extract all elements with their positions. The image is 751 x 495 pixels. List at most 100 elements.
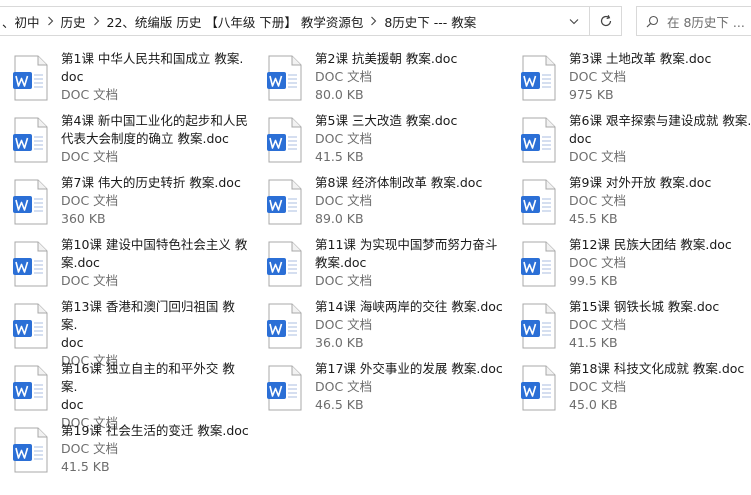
file-size: 41.5 KB bbox=[569, 335, 618, 350]
file-size: 41.5 KB bbox=[61, 459, 110, 474]
word-document-icon bbox=[520, 117, 558, 163]
file-item[interactable]: 第15课 钢铁长城 教案.doc DOC 文档 41.5 KB bbox=[508, 298, 751, 360]
file-item[interactable]: 第17课 外交事业的发展 教案.doc DOC 文档 46.5 KB bbox=[254, 360, 504, 422]
file-details: 第3课 土地改革 教案.doc DOC 文档 975 KB bbox=[569, 50, 751, 104]
file-size: 45.5 KB bbox=[569, 211, 618, 226]
file-name: 第10课 建设中国特色社会主义 教 bbox=[61, 237, 248, 252]
file-name: 第7课 伟大的历史转折 教案.doc bbox=[61, 175, 241, 190]
refresh-button[interactable] bbox=[590, 6, 622, 36]
file-details: 第19课 社会生活的变迁 教案.doc DOC 文档 41.5 KB bbox=[61, 422, 251, 476]
word-document-icon bbox=[266, 117, 304, 163]
file-size: 36.0 KB bbox=[315, 335, 364, 350]
word-document-icon bbox=[12, 303, 50, 349]
file-name: 第3课 土地改革 教案.doc bbox=[569, 51, 712, 66]
word-document-icon bbox=[12, 241, 50, 287]
file-type: DOC 文档 bbox=[315, 317, 373, 332]
chevron-down-icon bbox=[569, 18, 578, 24]
file-name: 第13课 香港和澳门回归祖国 教案. bbox=[61, 299, 235, 332]
file-name: doc bbox=[61, 335, 84, 350]
breadcrumb-item[interactable]: 8历史下 --- 教案 bbox=[382, 12, 478, 31]
word-document-icon bbox=[520, 365, 558, 411]
search-placeholder: 在 8历史下 ... bbox=[667, 14, 745, 30]
word-document-icon bbox=[520, 303, 558, 349]
file-item[interactable]: 第14课 海峡两岸的交往 教案.doc DOC 文档 36.0 KB bbox=[254, 298, 504, 360]
file-name: 第11课 为实现中国梦而努力奋斗 bbox=[315, 237, 498, 252]
file-details: 第9课 对外开放 教案.doc DOC 文档 45.5 KB bbox=[569, 174, 751, 228]
file-details: 第2课 抗美援朝 教案.doc DOC 文档 80.0 KB bbox=[315, 50, 505, 104]
file-type: DOC 文档 bbox=[569, 317, 627, 332]
file-details: 第12课 民族大团结 教案.doc DOC 文档 99.5 KB bbox=[569, 236, 751, 290]
file-details: 第18课 科技文化成就 教案.doc DOC 文档 45.0 KB bbox=[569, 360, 751, 414]
file-item[interactable]: 第11课 为实现中国梦而努力奋斗 教案.doc DOC 文档 bbox=[254, 236, 504, 298]
search-icon bbox=[637, 15, 667, 28]
chevron-right-icon[interactable] bbox=[365, 16, 382, 26]
chevron-right-icon[interactable] bbox=[42, 16, 59, 26]
file-name: 第16课 独立自主的和平外交 教案. bbox=[61, 361, 235, 394]
word-document-icon bbox=[266, 241, 304, 287]
file-item[interactable]: 第5课 三大改造 教案.doc DOC 文档 41.5 KB bbox=[254, 112, 504, 174]
file-name: 代表大会制度的确立 教案.doc bbox=[61, 131, 229, 146]
file-type: DOC 文档 bbox=[315, 273, 373, 288]
file-name: 第12课 民族大团结 教案.doc bbox=[569, 237, 732, 252]
file-type: DOC 文档 bbox=[315, 131, 373, 146]
word-document-icon bbox=[520, 241, 558, 287]
file-details: 第15课 钢铁长城 教案.doc DOC 文档 41.5 KB bbox=[569, 298, 751, 352]
refresh-icon bbox=[600, 14, 611, 27]
file-name: 第15课 钢铁长城 教案.doc bbox=[569, 299, 720, 314]
file-name: 第19课 社会生活的变迁 教案.doc bbox=[61, 423, 249, 438]
file-details: 第6课 艰辛探索与建设成就 教案. doc DOC 文档 bbox=[569, 112, 751, 166]
file-item[interactable]: 第8课 经济体制改革 教案.doc DOC 文档 89.0 KB bbox=[254, 174, 504, 236]
breadcrumb-item[interactable]: 历史 bbox=[59, 12, 88, 31]
file-name: 第5课 三大改造 教案.doc bbox=[315, 113, 458, 128]
breadcrumb-item[interactable]: 、初中 bbox=[0, 12, 42, 31]
file-item[interactable]: 第3课 土地改革 教案.doc DOC 文档 975 KB bbox=[508, 50, 751, 112]
file-name: doc bbox=[61, 69, 84, 84]
file-item[interactable]: 第12课 民族大团结 教案.doc DOC 文档 99.5 KB bbox=[508, 236, 751, 298]
search-box[interactable]: 在 8历史下 ... bbox=[636, 6, 751, 36]
address-history-dropdown[interactable] bbox=[558, 6, 590, 36]
file-size: 975 KB bbox=[569, 87, 614, 102]
word-document-icon bbox=[266, 303, 304, 349]
file-details: 第4课 新中国工业化的起步和人民 代表大会制度的确立 教案.doc DOC 文档 bbox=[61, 112, 251, 166]
file-item[interactable]: 第19课 社会生活的变迁 教案.doc DOC 文档 41.5 KB bbox=[0, 422, 250, 484]
file-size: 89.0 KB bbox=[315, 211, 364, 226]
file-type: DOC 文档 bbox=[315, 193, 373, 208]
file-name: 第4课 新中国工业化的起步和人民 bbox=[61, 113, 248, 128]
file-type: DOC 文档 bbox=[61, 193, 119, 208]
file-details: 第17课 外交事业的发展 教案.doc DOC 文档 46.5 KB bbox=[315, 360, 505, 414]
file-type: DOC 文档 bbox=[61, 149, 119, 164]
word-document-icon bbox=[12, 179, 50, 225]
file-item[interactable]: 第18课 科技文化成就 教案.doc DOC 文档 45.0 KB bbox=[508, 360, 751, 422]
file-details: 第8课 经济体制改革 教案.doc DOC 文档 89.0 KB bbox=[315, 174, 505, 228]
file-name: 第14课 海峡两岸的交往 教案.doc bbox=[315, 299, 503, 314]
file-size: 80.0 KB bbox=[315, 87, 364, 102]
file-type: DOC 文档 bbox=[569, 149, 627, 164]
word-document-icon bbox=[520, 179, 558, 225]
file-type: DOC 文档 bbox=[569, 69, 627, 84]
breadcrumb-item[interactable]: 22、统编版 历史 【八年级 下册】 教学资源包 bbox=[105, 12, 366, 31]
file-item[interactable]: 第4课 新中国工业化的起步和人民 代表大会制度的确立 教案.doc DOC 文档 bbox=[0, 112, 250, 174]
address-bar[interactable]: 、初中 历史 22、统编版 历史 【八年级 下册】 教学资源包 8历史下 ---… bbox=[0, 6, 590, 36]
word-document-icon bbox=[266, 365, 304, 411]
file-name: 第2课 抗美援朝 教案.doc bbox=[315, 51, 458, 66]
file-item[interactable]: 第13课 香港和澳门回归祖国 教案. doc DOC 文档 bbox=[0, 298, 250, 368]
file-type: DOC 文档 bbox=[61, 273, 119, 288]
word-document-icon bbox=[12, 117, 50, 163]
file-name: 第9课 对外开放 教案.doc bbox=[569, 175, 712, 190]
file-item[interactable]: 第16课 独立自主的和平外交 教案. doc DOC 文档 bbox=[0, 360, 250, 430]
file-item[interactable]: 第6课 艰辛探索与建设成就 教案. doc DOC 文档 bbox=[508, 112, 751, 174]
chevron-right-icon[interactable] bbox=[88, 16, 105, 26]
file-item[interactable]: 第10课 建设中国特色社会主义 教案.doc DOC 文档 bbox=[0, 236, 250, 298]
file-item[interactable]: 第7课 伟大的历史转折 教案.doc DOC 文档 360 KB bbox=[0, 174, 250, 236]
file-details: 第11课 为实现中国梦而努力奋斗 教案.doc DOC 文档 bbox=[315, 236, 505, 290]
file-item[interactable]: 第9课 对外开放 教案.doc DOC 文档 45.5 KB bbox=[508, 174, 751, 236]
word-document-icon bbox=[12, 427, 50, 473]
file-item[interactable]: 第2课 抗美援朝 教案.doc DOC 文档 80.0 KB bbox=[254, 50, 504, 112]
file-item[interactable]: 第1课 中华人民共和国成立 教案. doc DOC 文档 bbox=[0, 50, 250, 112]
file-type: DOC 文档 bbox=[569, 193, 627, 208]
file-name: 案.doc bbox=[61, 255, 100, 270]
file-details: 第10课 建设中国特色社会主义 教案.doc DOC 文档 bbox=[61, 236, 251, 290]
file-name: 第6课 艰辛探索与建设成就 教案. bbox=[569, 113, 751, 128]
file-size: 45.0 KB bbox=[569, 397, 618, 412]
file-details: 第1课 中华人民共和国成立 教案. doc DOC 文档 bbox=[61, 50, 251, 104]
